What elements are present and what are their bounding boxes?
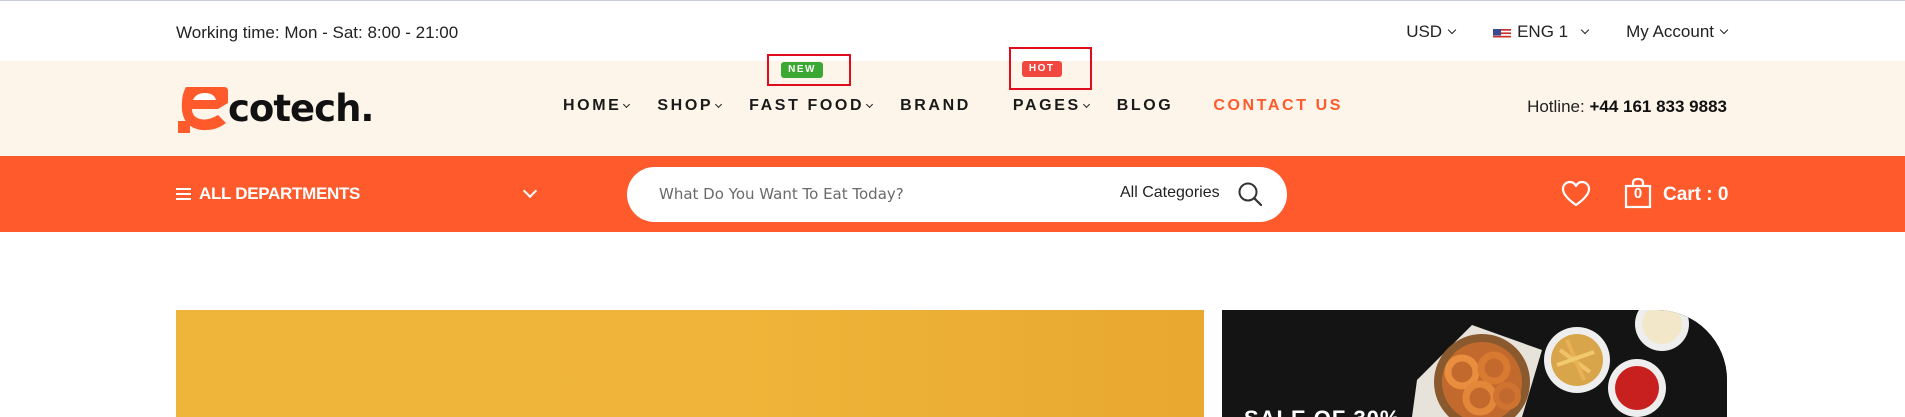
hotline-number: +44 161 833 9883 [1589,97,1727,116]
all-departments-button[interactable]: ALL DEPARTMENTS [176,184,360,204]
nav-item-contact-us[interactable]: CONTACT US [1213,97,1343,115]
chevron-down-icon [1719,25,1729,35]
nav-label: CONTACT US [1213,97,1344,114]
hot-badge: HOT [1021,61,1062,77]
heart-icon[interactable] [1561,180,1591,208]
all-departments-label: ALL DEPARTMENTS [199,184,361,203]
main-nav: HOME SHOP NEW FAST FOOD BRAND HOT PAGES … [563,47,1371,115]
promo-text: SALE OF 30% [1244,406,1400,417]
nav-label: HOME [563,97,622,114]
nav-item-shop[interactable]: SHOP [657,97,723,115]
currency-label: USD [1406,22,1443,41]
nav-label: BRAND [900,97,971,114]
nav-label: BLOG [1116,97,1174,114]
account-label: My Account [1626,22,1714,41]
logo-text: cotech. [228,86,374,130]
nav-label: FAST FOOD [749,97,865,114]
search-input[interactable] [659,183,1059,205]
chevron-down-icon [715,100,723,109]
menu-icon [176,188,191,200]
hero-banner[interactable] [176,310,1204,417]
food-image [1222,310,1727,417]
chevron-down-icon [1082,100,1090,109]
departments-bar: ALL DEPARTMENTS All Categories 0 Cart : … [0,156,1905,232]
nav-item-fast-food[interactable]: NEW FAST FOOD [749,54,874,115]
nav-item-blog[interactable]: BLOG [1117,97,1174,115]
nav-item-pages[interactable]: HOT PAGES [1008,47,1092,115]
main-header: cotech. HOME SHOP NEW FAST FOOD BRAND HO… [0,47,1905,156]
nav-item-brand[interactable]: BRAND [900,97,971,115]
cart-count: 0 [1633,185,1643,202]
chevron-down-icon [1580,25,1590,35]
my-account-menu[interactable]: My Account [1626,22,1729,42]
working-time: Working time: Mon - Sat: 8:00 - 21:00 [176,23,459,42]
chevron-down-icon [866,100,874,109]
logo-mark [178,83,230,133]
chevron-down-icon [623,100,631,109]
us-flag-icon [1493,26,1512,38]
chevron-down-icon [1447,25,1457,35]
currency-selector[interactable]: USD [1406,22,1457,42]
chevron-down-icon[interactable] [522,183,538,199]
hotline[interactable]: Hotline: +44 161 833 9883 [1527,97,1727,117]
search-icon[interactable] [1236,180,1264,208]
cart-button[interactable]: 0 Cart : 0 [1624,177,1728,209]
cart-label: Cart : 0 [1663,184,1729,205]
nav-item-home[interactable]: HOME [563,97,631,115]
category-select[interactable]: All Categories [1120,184,1220,202]
nav-label: SHOP [657,97,714,114]
hotline-label: Hotline: [1527,97,1585,116]
language-selector[interactable]: ENG 1 [1493,22,1590,42]
top-bar-right: USD ENG 1 My Account [1368,22,1729,42]
top-bar: Working time: Mon - Sat: 8:00 - 21:00 US… [0,1,1905,61]
shopping-bag-icon: 0 [1624,177,1652,209]
language-label: ENG 1 [1517,22,1569,41]
search-bar: All Categories [627,167,1287,222]
promo-banner[interactable]: SALE OF 30% [1222,310,1727,417]
new-badge: NEW [781,62,823,78]
logo[interactable]: cotech. [178,83,374,133]
nav-label: PAGES [1012,97,1081,114]
